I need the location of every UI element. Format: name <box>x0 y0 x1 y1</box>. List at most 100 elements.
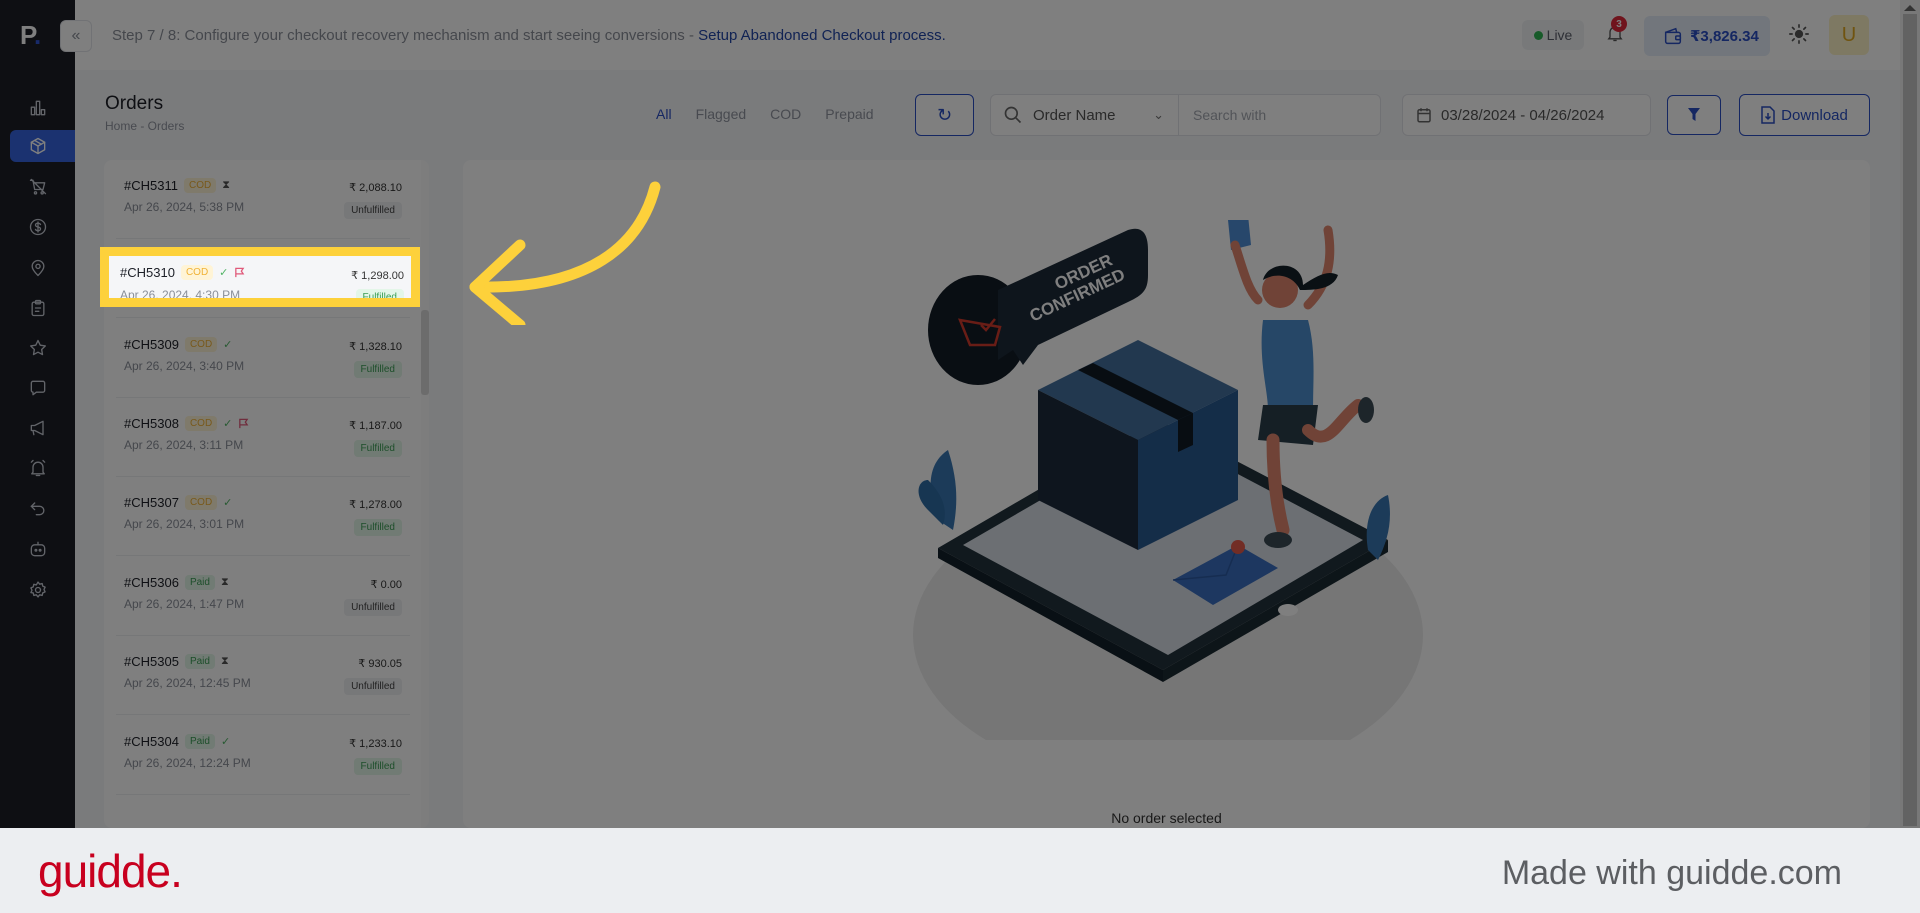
package-icon <box>30 137 45 155</box>
date-range-value: 03/28/2024 - 04/26/2024 <box>1441 106 1605 124</box>
order-list-item[interactable]: #CH5309 COD ✓ ₹ 1,328.10 Apr 26, 2024, 3:40 … <box>116 319 410 398</box>
sidebar-item-location[interactable] <box>10 252 75 284</box>
order-id: #CH5306 Paid ⧗ <box>124 575 229 590</box>
page-scroll-thumb[interactable] <box>1903 14 1917 826</box>
payment-badge: COD <box>180 265 214 280</box>
order-number: #CH5310 <box>120 265 175 280</box>
order-list-scrollbar[interactable] <box>421 160 429 828</box>
no-order-selected-message: No order selected <box>1111 810 1222 826</box>
hourglass-icon: ⧗ <box>220 655 229 667</box>
collapse-sidebar-button[interactable]: « <box>60 20 92 52</box>
check-icon: ✓ <box>223 418 233 430</box>
payment-badge: COD <box>184 416 218 431</box>
order-date: Apr 26, 2024, 3:40 PM <box>124 359 245 373</box>
download-button[interactable]: Download <box>1739 94 1870 136</box>
order-id: #CH5308 COD ✓ <box>124 416 249 431</box>
sidebar-item-settings[interactable] <box>10 574 75 606</box>
undo-icon <box>30 502 44 516</box>
live-label: Live <box>1546 27 1573 43</box>
order-id: #CH5309 COD ✓ <box>124 337 232 352</box>
sidebar-item-abandoned-cart[interactable] <box>10 171 75 203</box>
pointer-arrow-icon <box>469 181 661 325</box>
order-amount: ₹ 930.05 <box>358 658 402 670</box>
payment-badge: COD <box>183 178 217 193</box>
order-id: #CH5304 Paid ✓ <box>124 734 230 749</box>
tab-cod[interactable]: COD <box>758 106 813 122</box>
guidde-footer: guidde. Made with guidde.com <box>0 828 1920 913</box>
highlighted-order-item[interactable]: #CH5310 COD ✓ ₹ 1,298.00 Apr 26, 2024, 4… <box>100 247 420 307</box>
order-amount: ₹ 2,088.10 <box>349 182 402 194</box>
refresh-button[interactable]: ↻ <box>915 94 974 136</box>
onboarding-step-banner: Step 7 / 8: Configure your checkout reco… <box>112 27 946 44</box>
sidebar-item-returns[interactable] <box>10 492 75 524</box>
order-list-item[interactable]: #CH5307 COD ✓ ₹ 1,278.00 Apr 26, 2024, 3:01 … <box>116 477 410 556</box>
sidebar-item-alerts[interactable] <box>10 452 75 484</box>
tab-flagged[interactable]: Flagged <box>684 106 759 122</box>
order-confirmed-illustration: ORDER CONFIRMED <box>913 220 1423 740</box>
setup-abandoned-checkout-link[interactable]: Setup Abandoned Checkout process. <box>698 27 946 44</box>
live-dot-icon <box>1533 30 1543 40</box>
sidebar-item-reports[interactable] <box>10 292 75 324</box>
hourglass-icon: ⧗ <box>220 576 229 588</box>
order-list-item[interactable]: #CH5304 Paid ✓ ₹ 1,233.10 Apr 26, 2024, 12:2… <box>116 716 410 795</box>
page-title: Orders <box>105 93 164 114</box>
user-avatar[interactable]: U <box>1829 15 1869 55</box>
wallet-balance: ₹3,826.34 <box>1690 28 1759 45</box>
order-list-item[interactable]: #CH5308 COD ✓ ₹ 1,187.00 Apr 26, 2024, 3:11 … <box>116 398 410 477</box>
calendar-icon <box>1417 108 1431 123</box>
sidebar-item-messages[interactable] <box>10 372 75 404</box>
sidebar-item-reviews[interactable] <box>10 332 75 364</box>
order-date: Apr 26, 2024, 1:47 PM <box>124 597 245 611</box>
scroll-up-arrow-icon[interactable] <box>1904 5 1916 11</box>
sidebar-item-analytics[interactable] <box>10 92 75 124</box>
file-download-icon <box>1761 106 1775 124</box>
star-icon <box>29 339 46 356</box>
app-logo[interactable]: P. <box>20 20 41 51</box>
double-chevron-left-icon: « <box>71 27 81 44</box>
order-number: #CH5308 <box>124 416 179 431</box>
order-date: Apr 26, 2024, 12:24 PM <box>124 756 251 770</box>
hourglass-icon: ⧗ <box>222 179 230 191</box>
order-list-scroll-thumb[interactable] <box>421 310 429 395</box>
date-range-picker[interactable]: 03/28/2024 - 04/26/2024 <box>1402 94 1651 136</box>
order-list-item[interactable]: #CH5305 Paid ⧗ ₹ 930.05 Apr 26, 2024, 12:45 … <box>116 636 410 715</box>
sidebar-item-payments[interactable] <box>10 211 75 243</box>
notification-count-badge: 3 <box>1611 16 1627 32</box>
live-status-badge[interactable]: Live <box>1522 20 1584 50</box>
payment-badge: Paid <box>184 654 215 669</box>
sidebar-item-marketing[interactable] <box>10 412 75 444</box>
highlighted-order-content: #CH5310 COD ✓ ₹ 1,298.00 Apr 26, 2024, 4… <box>109 256 411 298</box>
order-number: #CH5309 <box>124 337 179 352</box>
order-list-item[interactable]: #CH5311 COD ⧗ ₹ 2,088.10 Apr 26, 2024, 5:38 … <box>116 160 410 239</box>
payment-badge: Paid <box>184 734 215 749</box>
order-amount: ₹ 1,278.00 <box>349 499 402 511</box>
sun-icon <box>1789 24 1809 44</box>
search-input[interactable] <box>1179 95 1380 135</box>
payment-badge: COD <box>184 495 218 510</box>
search-icon <box>1004 106 1022 124</box>
tab-prepaid[interactable]: Prepaid <box>813 106 885 122</box>
guidde-logo: guidde. <box>38 845 183 897</box>
payment-badge: COD <box>184 337 218 352</box>
filter-button[interactable] <box>1667 95 1721 135</box>
search-field-select[interactable]: Order Name ⌄ <box>991 95 1179 135</box>
theme-toggle-button[interactable] <box>1788 23 1810 45</box>
order-id: #CH5307 COD ✓ <box>124 495 232 510</box>
order-search: Order Name ⌄ <box>990 94 1381 136</box>
sidebar-item-bot[interactable] <box>10 533 75 565</box>
breadcrumb: Home - Orders <box>105 119 185 133</box>
megaphone-icon <box>30 420 44 436</box>
order-amount: ₹ 1,298.00 <box>351 270 404 282</box>
wallet-balance-button[interactable]: ₹3,826.34 <box>1644 16 1770 56</box>
page-scrollbar[interactable] <box>1900 0 1920 828</box>
chat-icon <box>30 380 45 396</box>
order-number: #CH5306 <box>124 575 179 590</box>
tab-all[interactable]: All <box>644 106 684 122</box>
sidebar-item-orders[interactable] <box>10 130 75 162</box>
fulfillment-badge: Fulfilled <box>353 440 402 457</box>
order-date: Apr 26, 2024, 12:45 PM <box>124 676 251 690</box>
gear-icon <box>29 581 46 598</box>
robot-icon <box>30 541 45 557</box>
step-description: Step 7 / 8: Configure your checkout reco… <box>112 27 699 44</box>
order-list-item[interactable]: #CH5306 Paid ⧗ ₹ 0.00 Apr 26, 2024, 1:47 PM U… <box>116 557 410 636</box>
